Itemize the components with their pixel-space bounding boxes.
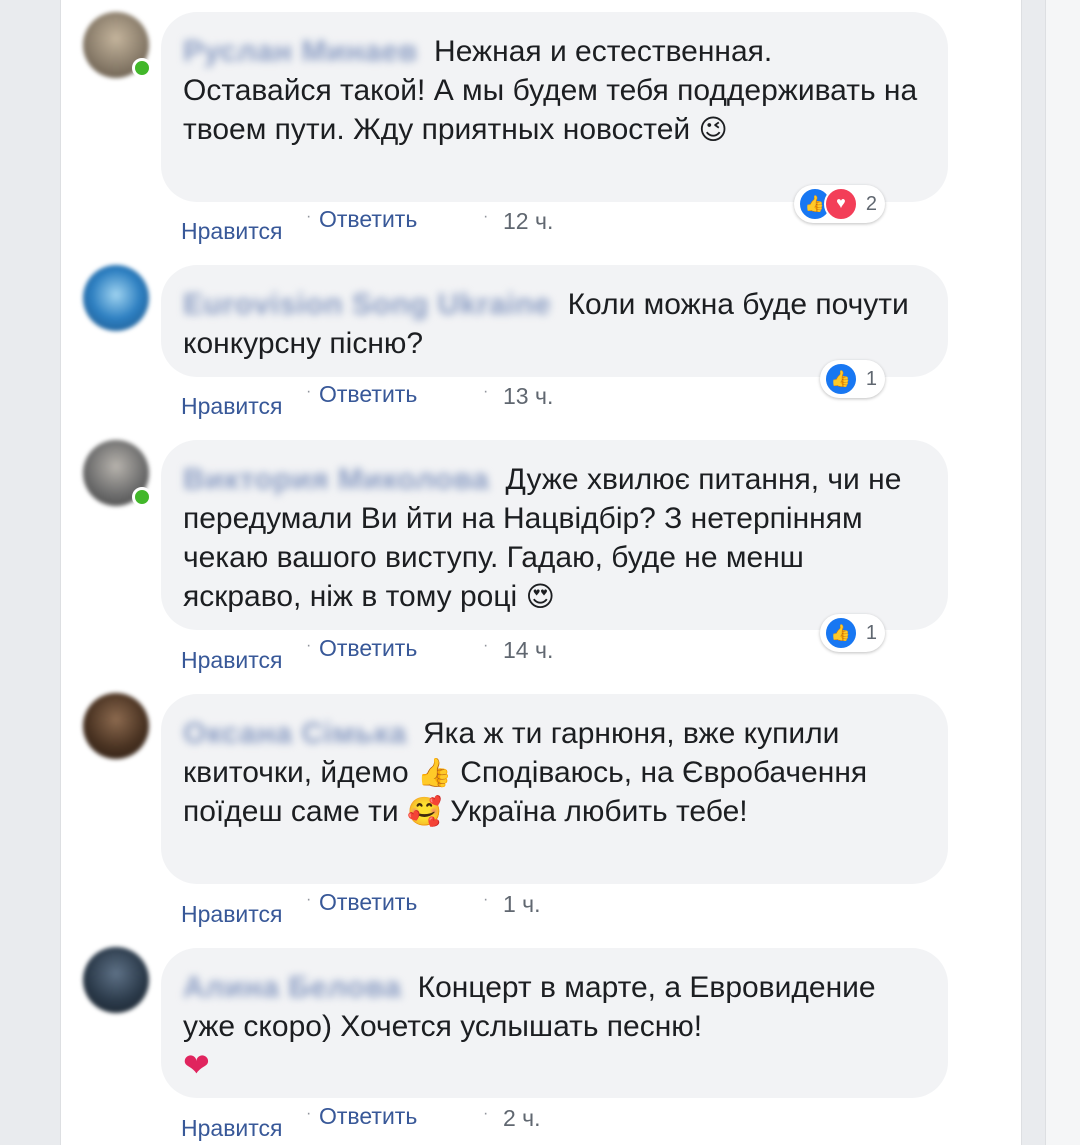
separator-dot: ·	[483, 1105, 489, 1122]
separator-dot: ·	[483, 637, 489, 654]
like-button[interactable]: Нравится	[181, 901, 283, 928]
online-indicator	[132, 58, 152, 78]
comment-author[interactable]: Оксана Сімька	[183, 714, 407, 753]
separator-dot: ·	[483, 383, 489, 400]
reaction-count: 1	[865, 367, 877, 390]
reply-button[interactable]: Ответить	[319, 635, 417, 662]
separator-dot: ·	[306, 208, 312, 225]
page-sidebar-edge	[1045, 0, 1080, 1145]
reaction-count: 2	[865, 192, 877, 215]
like-icon: 👍	[823, 362, 858, 396]
comment-bubble: Eurovision Song Ukraine Коли можна буде …	[161, 265, 948, 377]
comment-author[interactable]: Виктория Миколова	[183, 460, 489, 499]
comment-timestamp[interactable]: 14 ч.	[503, 637, 553, 664]
comment-bubble: Руслан Минаев Нежная и естественная. Ост…	[161, 12, 948, 202]
like-icon: 👍	[823, 616, 858, 650]
like-button[interactable]: Нравится	[181, 647, 283, 674]
avatar[interactable]	[83, 693, 149, 759]
comment-author[interactable]: Руслан Минаев	[183, 32, 418, 71]
separator-dot: ·	[483, 208, 489, 225]
online-indicator	[132, 487, 152, 507]
reply-button[interactable]: Ответить	[319, 889, 417, 916]
like-button[interactable]: Нравится	[181, 393, 283, 420]
reaction-summary[interactable]: 👍 1	[819, 614, 885, 652]
comment-timestamp[interactable]: 13 ч.	[503, 383, 553, 410]
smiling-hearts-emoji: 🥰	[407, 796, 442, 827]
reply-button[interactable]: Ответить	[319, 206, 417, 233]
comment-author[interactable]: Eurovision Song Ukraine	[183, 285, 551, 324]
avatar[interactable]	[83, 265, 149, 331]
heart-eyes-emoji: 😍	[525, 581, 555, 612]
reaction-count: 1	[865, 621, 877, 644]
separator-dot: ·	[306, 637, 312, 654]
reaction-summary[interactable]: 👍 1	[819, 360, 885, 398]
like-button[interactable]: Нравится	[181, 218, 283, 245]
separator-dot: ·	[306, 383, 312, 400]
comment-timestamp[interactable]: 2 ч.	[503, 1105, 541, 1132]
comment-author[interactable]: Алина Белова	[183, 968, 401, 1007]
comment-bubble: Виктория Миколова Дуже хвилює питання, ч…	[161, 440, 948, 630]
red-heart-emoji: ❤	[183, 1047, 210, 1083]
comment-bubble: Алина Белова Концерт в марте, а Евровиде…	[161, 948, 948, 1098]
comments-panel: Руслан Минаев Нежная и естественная. Ост…	[60, 0, 1022, 1145]
love-icon: ♥	[823, 187, 858, 221]
wink-emoji: 😉	[698, 114, 728, 145]
comment-text: Україна любить тебе!	[450, 795, 748, 828]
reply-button[interactable]: Ответить	[319, 1103, 417, 1130]
thumbs-up-emoji: 👍	[417, 757, 452, 788]
comment-timestamp[interactable]: 12 ч.	[503, 208, 553, 235]
separator-dot: ·	[306, 891, 312, 908]
reply-button[interactable]: Ответить	[319, 381, 417, 408]
like-button[interactable]: Нравится	[181, 1115, 283, 1142]
comment-bubble: Оксана Сімька Яка ж ти гарнюня, вже купи…	[161, 694, 948, 884]
separator-dot: ·	[306, 1105, 312, 1122]
separator-dot: ·	[483, 891, 489, 908]
avatar[interactable]	[83, 947, 149, 1013]
comment-timestamp[interactable]: 1 ч.	[503, 891, 541, 918]
reaction-summary[interactable]: 👍 ♥ 2	[793, 185, 885, 223]
